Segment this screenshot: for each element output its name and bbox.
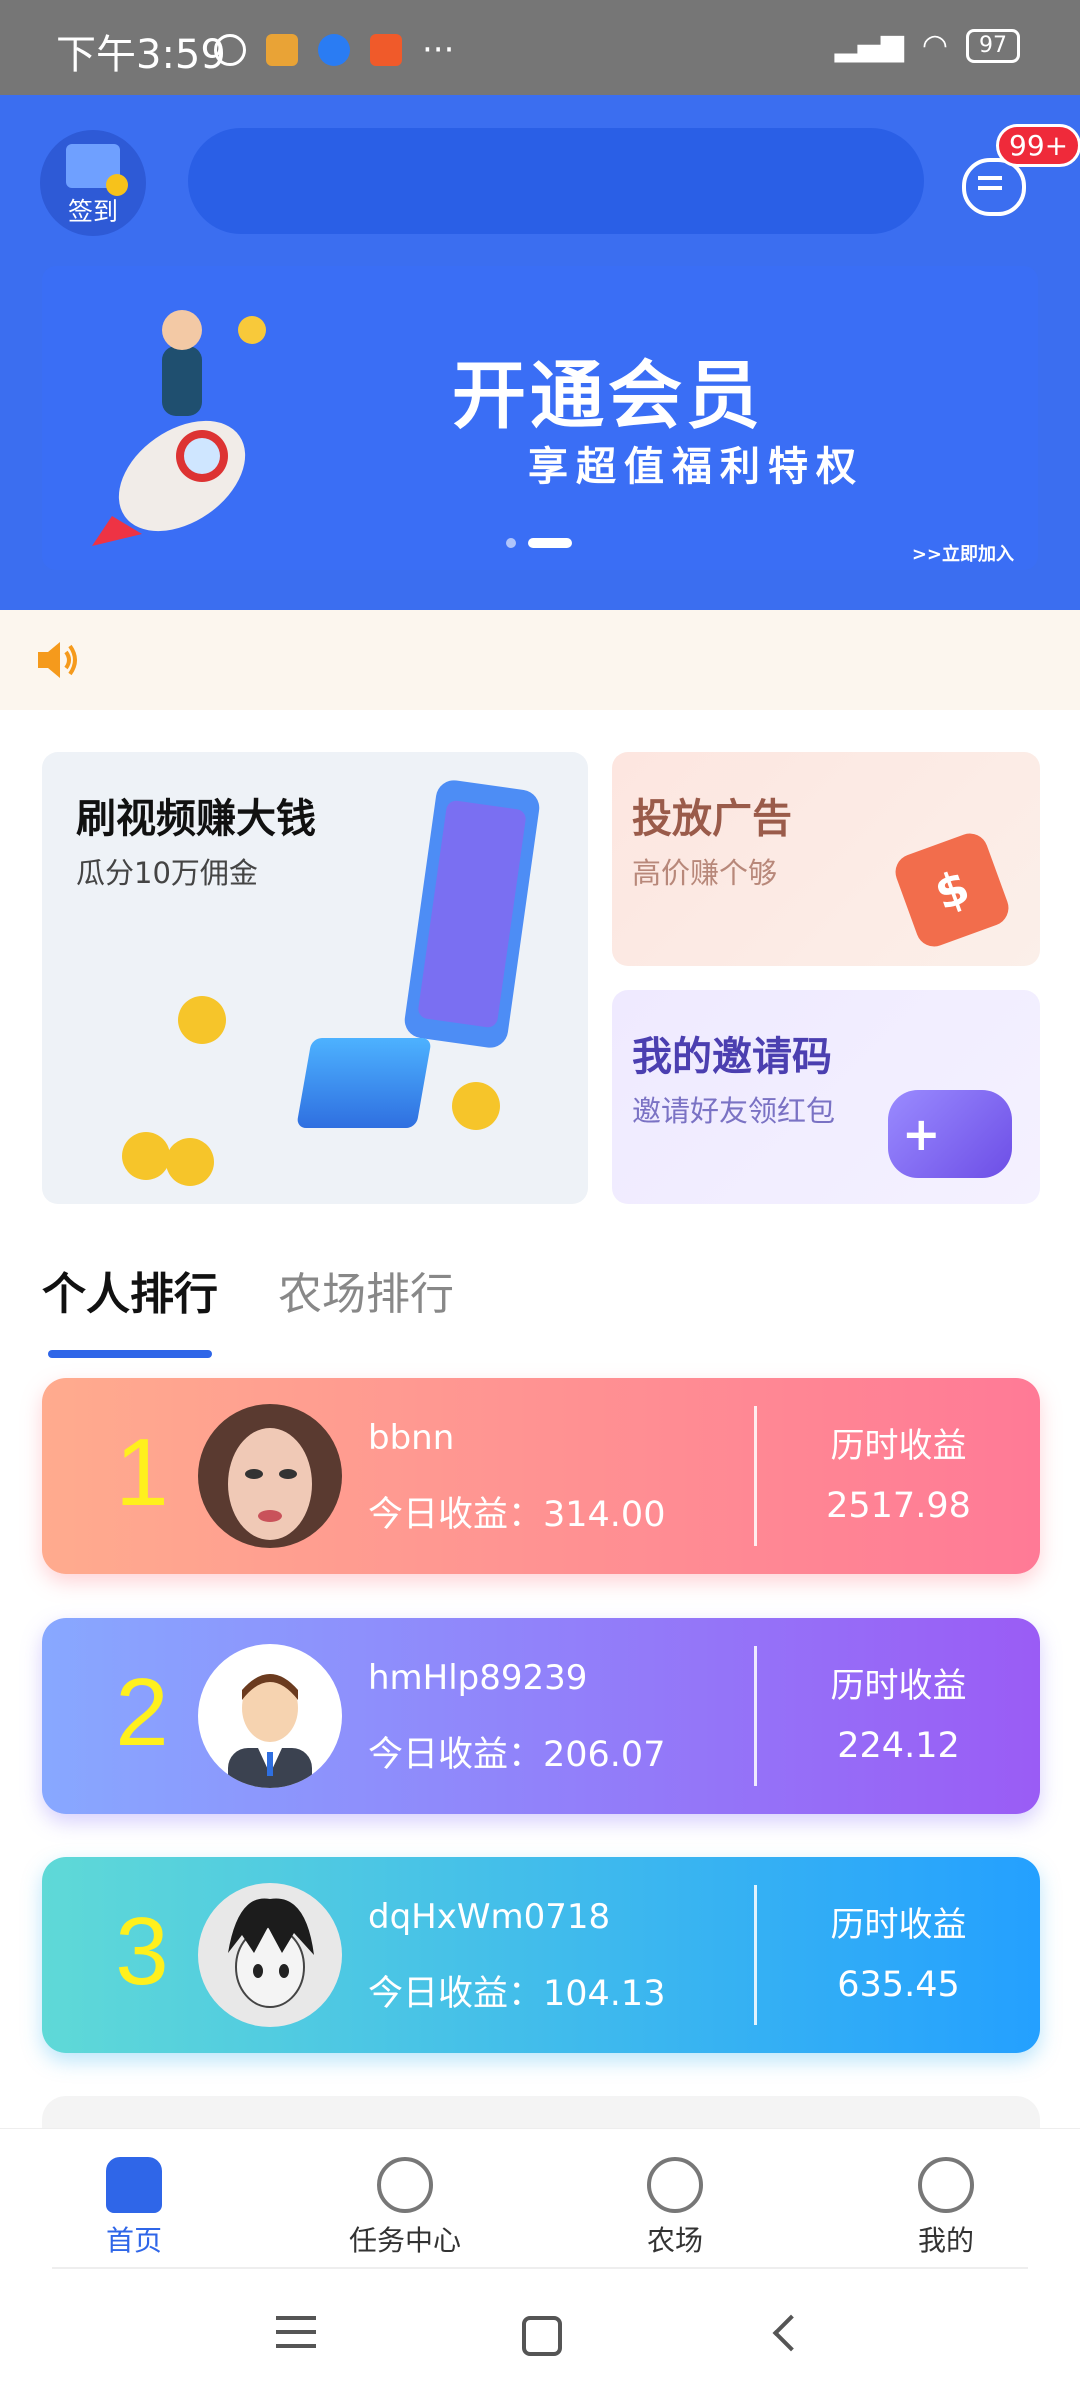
sign-in-button[interactable]: 签到 xyxy=(40,130,146,236)
battery-icon: 97 xyxy=(966,28,1020,63)
video-earn-card[interactable]: 刷视频赚大钱 瓜分10万佣金 xyxy=(42,752,588,1204)
message-badge: 99+ xyxy=(996,124,1080,167)
rocket-illustration xyxy=(92,310,266,546)
advertise-card[interactable]: 投放广告 高价赚个够 $ xyxy=(612,752,1040,966)
video-card-subtitle: 瓜分10万佣金 xyxy=(76,856,258,890)
messenger-icon xyxy=(318,34,350,66)
notice-bar xyxy=(0,610,1080,710)
price-tag-icon: $ xyxy=(890,828,1014,952)
tab-farm-ranking[interactable]: 农场排行 xyxy=(278,1258,454,1322)
home-square-icon[interactable] xyxy=(522,2316,562,2356)
shopping-icon xyxy=(370,34,402,66)
sign-in-label: 签到 xyxy=(67,197,118,226)
ranking-tabs: 个人排行 农场排行 xyxy=(42,1258,454,1358)
coin-illustration xyxy=(178,996,226,1044)
invite-card-subtitle: 邀请好友领红包 xyxy=(632,1094,836,1128)
rank-today-earnings: 今日收益：314.00 xyxy=(368,1495,666,1535)
signal-icon: ▂▄▆ xyxy=(834,28,904,63)
invite-card-title: 我的邀请码 xyxy=(632,1034,832,1080)
avatar xyxy=(198,1644,342,1788)
stack-illustration xyxy=(296,1038,432,1128)
promo-banner[interactable]: 开通会员 享超值福利特权 >>立即加入 xyxy=(42,266,1038,570)
rank-username: dqHxWm0718 xyxy=(368,1897,611,1937)
tab-farm-label: 农场 xyxy=(646,2224,703,2257)
back-icon[interactable] xyxy=(772,2314,810,2352)
tab-personal-ranking[interactable]: 个人排行 xyxy=(42,1258,218,1358)
coin-illustration xyxy=(452,1082,500,1130)
profile-icon xyxy=(918,2157,974,2213)
rank-history-value: 224.12 xyxy=(837,1726,960,1766)
rank-history-label: 历时收益 xyxy=(830,1666,967,1706)
carousel-dot-active xyxy=(528,538,572,548)
tab-profile[interactable]: 我的 xyxy=(866,2157,1026,2259)
rank-number: 1 xyxy=(115,1419,169,1526)
tab-task-label: 任务中心 xyxy=(348,2224,461,2257)
invite-code-card[interactable]: 我的邀请码 邀请好友领红包 + xyxy=(612,990,1040,1204)
rank-number: 2 xyxy=(115,1659,169,1766)
ad-card-title: 投放广告 xyxy=(632,796,792,842)
search-bar[interactable] xyxy=(188,128,924,234)
banner-join-link[interactable]: >>立即加入 xyxy=(912,540,1014,566)
rank-history-label: 历时收益 xyxy=(830,1905,967,1945)
alarm-icon xyxy=(214,34,246,66)
phone-illustration xyxy=(402,778,542,1050)
tab-profile-label: 我的 xyxy=(917,2224,974,2257)
coin-illustration xyxy=(122,1132,170,1180)
coin-illustration xyxy=(166,1138,214,1186)
video-card-title: 刷视频赚大钱 xyxy=(76,796,316,842)
rank-number: 3 xyxy=(115,1898,169,2005)
menu-icon[interactable] xyxy=(276,2316,316,2320)
wifi-icon: ◠ xyxy=(921,28,948,63)
farm-icon xyxy=(647,2157,703,2213)
tab-task-center[interactable]: 任务中心 xyxy=(325,2157,485,2259)
tab-farm[interactable]: 农场 xyxy=(595,2157,755,2259)
rank-username: bbnn xyxy=(368,1418,455,1458)
home-icon xyxy=(106,2157,162,2213)
ad-card-subtitle: 高价赚个够 xyxy=(632,856,778,890)
rank-today-earnings: 今日收益：206.07 xyxy=(368,1735,666,1775)
carousel-indicator xyxy=(506,538,572,548)
rank-history-value: 635.45 xyxy=(837,1965,960,2005)
gamepad-icon: + xyxy=(888,1090,1012,1178)
status-time: 下午3:59 xyxy=(56,32,226,78)
divider xyxy=(52,2267,1028,2269)
tab-home-label: 首页 xyxy=(105,2224,162,2257)
banner-title: 开通会员 xyxy=(452,353,764,439)
ranking-row[interactable]: 3 dqHxWm0718 今日收益：104.13 历时收益 635.45 xyxy=(42,1857,1040,2053)
avatar xyxy=(198,1883,342,2027)
task-icon xyxy=(377,2157,433,2213)
rank-history-label: 历时收益 xyxy=(830,1426,967,1466)
carousel-dot xyxy=(506,538,516,548)
more-notifications-icon: ··· xyxy=(422,30,455,70)
rank-history-value: 2517.98 xyxy=(826,1486,971,1526)
rank-today-earnings: 今日收益：104.13 xyxy=(368,1974,666,2014)
system-nav-bar xyxy=(0,2270,1080,2400)
tab-home[interactable]: 首页 xyxy=(54,2157,214,2259)
banner-subtitle: 享超值福利特权 xyxy=(528,444,864,490)
app-notification-icon xyxy=(266,34,298,66)
ranking-row[interactable]: 1 bbnn 今日收益：314.00 历时收益 2517.98 xyxy=(42,1378,1040,1574)
avatar xyxy=(198,1404,342,1548)
speaker-icon xyxy=(38,642,77,678)
rank-username: hmHlp89239 xyxy=(368,1658,588,1698)
bottom-tab-bar: 首页 任务中心 农场 我的 xyxy=(0,2128,1080,2271)
calendar-icon xyxy=(66,144,128,196)
status-bar: 下午3:59 ··· ▂▄▆ ◠ 97 xyxy=(0,0,1080,95)
ranking-row[interactable]: 2 hmHlp89239 今日收益：206.07 历时收益 224.12 xyxy=(42,1618,1040,1814)
